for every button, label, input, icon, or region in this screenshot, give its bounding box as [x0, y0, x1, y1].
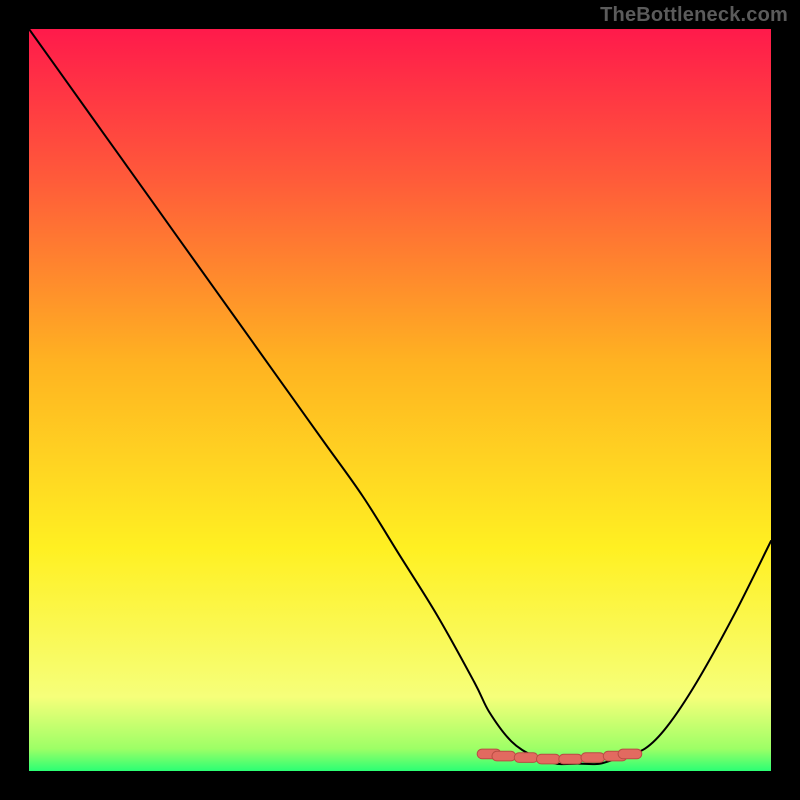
- marker-capsule: [581, 753, 605, 763]
- marker-capsule: [618, 749, 642, 759]
- marker-capsule: [559, 754, 583, 764]
- marker-capsule: [514, 753, 538, 763]
- plot-background: [29, 29, 771, 771]
- watermark-text: TheBottleneck.com: [600, 4, 788, 27]
- marker-capsule: [537, 754, 561, 764]
- marker-capsule: [492, 751, 516, 761]
- bottleneck-chart: [29, 29, 771, 771]
